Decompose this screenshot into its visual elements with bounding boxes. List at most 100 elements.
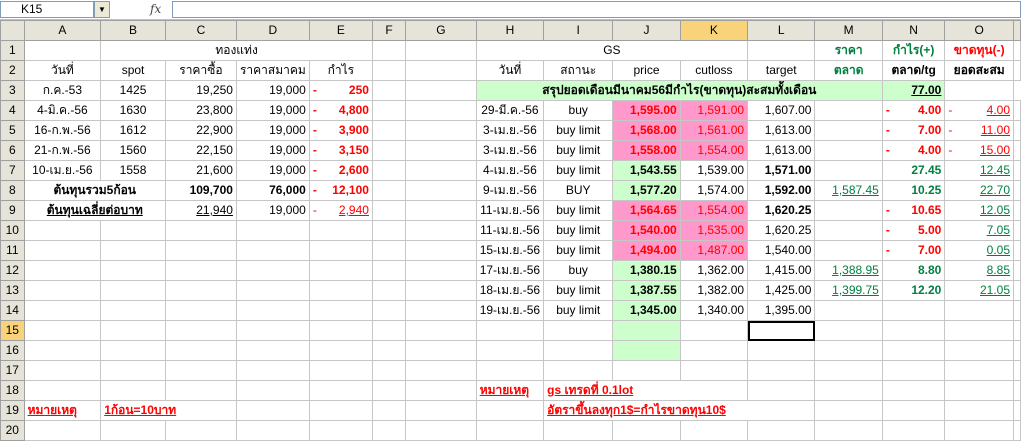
trade-pl[interactable]: - 4.00 (881, 100, 946, 121)
row-header-14[interactable]: 14 (0, 300, 25, 321)
market-tg-header[interactable]: ตลาด/tg (881, 60, 946, 81)
cell[interactable] (235, 300, 310, 321)
cell[interactable] (543, 340, 614, 361)
cell[interactable] (944, 400, 1014, 421)
cell[interactable] (164, 320, 237, 341)
gold-profit[interactable]: - 4,800 (308, 100, 373, 121)
gs-header-1[interactable]: สถานะ (543, 60, 614, 81)
cell[interactable] (612, 420, 681, 441)
gold-profit[interactable]: - 3,150 (308, 140, 373, 161)
market-sub-header[interactable]: ตลาด (814, 60, 883, 81)
column-header-m[interactable]: M (814, 20, 883, 41)
row-header-7[interactable]: 7 (0, 160, 25, 181)
row-header-9[interactable]: 9 (0, 200, 25, 221)
trade-market-price[interactable]: 1,587.45 (814, 180, 883, 201)
gs-header-2[interactable]: price (612, 60, 681, 81)
trade-market-price[interactable]: 1,399.75 (814, 280, 883, 301)
cell[interactable] (23, 420, 102, 441)
cell[interactable] (371, 100, 407, 121)
trade-market-price[interactable] (814, 240, 883, 261)
gold-date[interactable]: 10-เม.ย.-56 (23, 160, 102, 181)
cell[interactable] (23, 360, 102, 381)
gold-date[interactable]: 4-มิ.ค.-56 (23, 100, 102, 121)
cell[interactable] (814, 400, 883, 421)
cell[interactable] (164, 300, 237, 321)
cell[interactable] (405, 260, 477, 281)
market-price-header[interactable]: ราคา (814, 40, 883, 61)
loss-header[interactable]: ขาดทุน(-) (944, 40, 1014, 61)
trade-date[interactable]: 3-เม.ย.-56 (475, 140, 545, 161)
cell[interactable] (164, 340, 237, 361)
cell[interactable] (1013, 140, 1021, 161)
trade-cutloss[interactable]: 1,340.00 (679, 300, 749, 321)
trade-pl[interactable]: - 5.00 (881, 220, 946, 241)
cell[interactable] (371, 320, 407, 341)
cell[interactable] (1013, 420, 1021, 441)
trade-price[interactable]: 1,540.00 (612, 220, 681, 241)
trade-status[interactable]: buy (543, 100, 614, 121)
cell[interactable] (1013, 200, 1021, 221)
gold-header-2[interactable]: ราคาซื้อ (164, 60, 237, 81)
cell[interactable] (405, 40, 477, 61)
cell[interactable] (23, 260, 102, 281)
cell[interactable] (612, 360, 681, 381)
gold-header-0[interactable]: วันที่ (23, 60, 102, 81)
trade-price[interactable]: 1,564.65 (612, 200, 681, 221)
cell[interactable] (814, 320, 883, 341)
cell[interactable] (100, 340, 166, 361)
cell[interactable] (371, 140, 407, 161)
cell[interactable] (1013, 380, 1021, 401)
trade-target[interactable]: 1,425.00 (747, 280, 816, 301)
row-header-6[interactable]: 6 (0, 140, 25, 161)
cell[interactable] (371, 280, 407, 301)
cell[interactable] (235, 360, 310, 381)
trade-target[interactable]: 1,415.00 (747, 260, 816, 281)
cell[interactable] (881, 360, 946, 381)
trade-status[interactable]: BUY (543, 180, 614, 201)
column-header-f[interactable]: F (371, 20, 407, 41)
cell[interactable] (23, 380, 102, 401)
gold-total-assoc[interactable]: 76,000 (235, 180, 310, 201)
trade-pl[interactable]: - 7.00 (881, 240, 946, 261)
trade-date[interactable]: 19-เม.ย.-56 (475, 300, 545, 321)
cell[interactable] (100, 260, 166, 281)
gs-header-4[interactable]: target (747, 60, 816, 81)
row-header-11[interactable]: 11 (0, 240, 25, 261)
gold-avg-assoc[interactable]: 19,000 (235, 200, 310, 221)
trade-pl[interactable]: 10.25 (881, 180, 946, 201)
cell[interactable] (1013, 40, 1021, 61)
cell[interactable] (1013, 60, 1021, 81)
cell[interactable] (475, 420, 545, 441)
name-box[interactable]: K15 (0, 1, 94, 18)
trade-date[interactable]: 15-เม.ย.-56 (475, 240, 545, 261)
gold-profit[interactable]: - 3,900 (308, 120, 373, 141)
trade-status[interactable]: buy limit (543, 280, 614, 301)
gold-buy-price[interactable]: 19,250 (164, 80, 237, 101)
cell[interactable] (371, 40, 407, 61)
cell[interactable] (371, 420, 407, 441)
trade-status[interactable]: buy limit (543, 200, 614, 221)
column-header-j[interactable]: J (612, 20, 681, 41)
gold-buy-price[interactable]: 21,600 (164, 160, 237, 181)
gold-avg-profit[interactable]: - 2,940 (308, 200, 373, 221)
cell[interactable] (23, 240, 102, 261)
trade-target[interactable]: 1,540.00 (747, 240, 816, 261)
trade-cutloss[interactable]: 1,535.00 (679, 220, 749, 241)
cell[interactable] (1013, 300, 1021, 321)
cell[interactable] (371, 300, 407, 321)
cell[interactable] (308, 260, 373, 281)
trade-pl[interactable]: 12.20 (881, 280, 946, 301)
cell[interactable] (308, 380, 373, 401)
gold-note-label[interactable]: หมายเหตุ (23, 400, 102, 421)
trade-status[interactable]: buy limit (543, 160, 614, 181)
cell[interactable] (1013, 180, 1021, 201)
cell[interactable] (371, 380, 407, 401)
cell[interactable] (405, 80, 477, 101)
trade-pl[interactable]: - 4.00 (881, 140, 946, 161)
column-header-n[interactable]: N (881, 20, 946, 41)
trade-date[interactable]: 18-เม.ย.-56 (475, 280, 545, 301)
trade-price[interactable]: 1,577.20 (612, 180, 681, 201)
cell[interactable] (371, 160, 407, 181)
column-header-d[interactable]: D (235, 20, 310, 41)
gs-header-0[interactable]: วันที่ (475, 60, 545, 81)
